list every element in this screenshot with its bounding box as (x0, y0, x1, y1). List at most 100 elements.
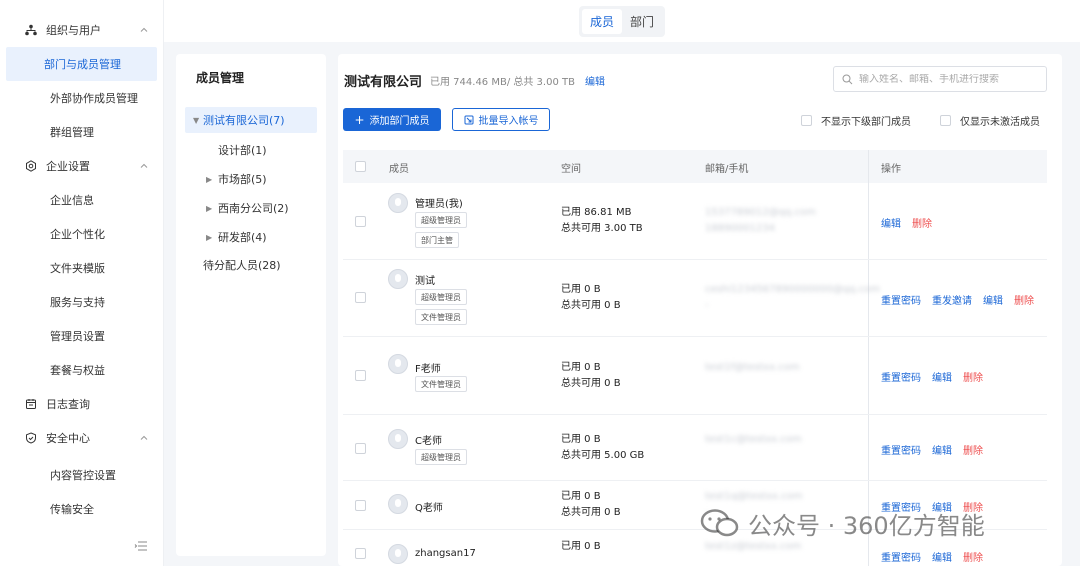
nav-group-label: 组织与用户 (46, 24, 101, 37)
sidebar-item-dept-members[interactable]: 部门与成员管理 (6, 47, 157, 81)
dept-tree-panel: 成员管理 ▼ 测试有限公司(7) 设计部(1) ▶ 市场部(5) ▶ 西南分公司… (176, 54, 326, 556)
edit-button[interactable]: 编辑 (932, 369, 952, 384)
sidebar-item-plan-benefits[interactable]: 套餐与权益 (6, 353, 157, 387)
delete-button[interactable]: 删除 (963, 549, 983, 564)
nav-group-enterprise[interactable]: 企业设置 (0, 149, 163, 183)
sidebar-item-service-support[interactable]: 服务与支持 (6, 285, 157, 319)
member-list-panel: 测试有限公司 已用 744.46 MB/ 总共 3.00 TB 编辑 + 添加部… (338, 54, 1062, 566)
email: 1537789012@qq.com (705, 207, 816, 218)
tree-node-label: 市场部(5) (218, 173, 267, 186)
nav-group-security[interactable]: 安全中心 (0, 421, 163, 455)
reset-password-button[interactable]: 重置密码 (881, 442, 921, 457)
row-actions: 重置密码 编辑 删除 (881, 369, 994, 384)
option-label: 不显示下级部门成员 (821, 117, 911, 128)
edit-button[interactable]: 编辑 (983, 292, 1003, 307)
column-header: 操作 (881, 164, 901, 175)
avatar (388, 269, 408, 289)
nav-group-label: 安全中心 (46, 432, 90, 445)
tree-node-design[interactable]: 设计部(1) (218, 137, 267, 163)
calendar-icon (24, 397, 38, 411)
space-total: 总共可用 0 B (561, 507, 621, 518)
chevron-up-icon (139, 161, 149, 171)
hide-sub-dept-option[interactable]: 不显示下级部门成员 (801, 113, 911, 128)
tree-node-southwest[interactable]: ▶ 西南分公司(2) (206, 195, 289, 221)
row-checkbox[interactable] (355, 292, 366, 303)
checkbox[interactable] (940, 115, 951, 126)
resend-invite-button[interactable]: 重发邀请 (932, 292, 972, 307)
tree-node-label: 测试有限公司(7) (203, 114, 285, 127)
add-member-button[interactable]: + 添加部门成员 (343, 108, 441, 131)
space-cell: 已用 0 B 总共可用 0 B (561, 360, 621, 392)
tree-node-rnd[interactable]: ▶ 研发部(4) (206, 224, 267, 250)
edit-company-link[interactable]: 编辑 (585, 73, 605, 88)
tab-departments[interactable]: 部门 (622, 9, 662, 34)
tree-node-marketing[interactable]: ▶ 市场部(5) (206, 166, 267, 192)
space-used: 已用 0 B (561, 284, 601, 295)
checkbox[interactable] (801, 115, 812, 126)
avatar (388, 354, 408, 374)
view-switch: 成员 部门 (578, 5, 666, 37)
reset-password-button[interactable]: 重置密码 (881, 292, 921, 307)
edit-button[interactable]: 编辑 (932, 549, 952, 564)
delete-button[interactable]: 删除 (912, 215, 932, 230)
edit-button[interactable]: 编辑 (932, 442, 952, 457)
row-checkbox[interactable] (355, 548, 366, 559)
delete-button[interactable]: 删除 (963, 369, 983, 384)
chevron-up-icon (139, 25, 149, 35)
nav-group-logs[interactable]: 日志查询 (0, 387, 163, 421)
sidebar-item-groups[interactable]: 群组管理 (6, 115, 157, 149)
sidebar-item-personalize[interactable]: 企业个性化 (6, 217, 157, 251)
row-checkbox[interactable] (355, 216, 366, 227)
nav-group-label: 日志查询 (46, 398, 90, 411)
member-name: F老师 (415, 364, 441, 375)
space-used: 已用 0 B (561, 434, 601, 445)
select-all-checkbox[interactable] (355, 161, 366, 172)
role-tag: 超级管理员 (415, 449, 467, 465)
email-cell: 1537789012@qq.com 18890001234 (705, 205, 816, 237)
tree-node-label: 西南分公司(2) (218, 202, 289, 215)
reset-password-button[interactable]: 重置密码 (881, 369, 921, 384)
sidebar-item-external-members[interactable]: 外部协作成员管理 (6, 81, 157, 115)
column-header: 空间 (561, 164, 581, 175)
email: test1f@testxx.com (705, 362, 800, 373)
sidebar-item-enterprise-info[interactable]: 企业信息 (6, 183, 157, 217)
reset-password-button[interactable]: 重置密码 (881, 549, 921, 564)
space-used: 已用 0 B (561, 541, 601, 552)
search-input[interactable] (859, 73, 1039, 85)
avatar (388, 494, 408, 514)
shield-icon (24, 431, 38, 445)
role-tag: 超级管理员 (415, 212, 467, 228)
email: ceshi1234567890000000@qq.com (705, 284, 881, 295)
tab-members[interactable]: 成员 (581, 8, 622, 34)
row-checkbox[interactable] (355, 443, 366, 454)
table-row: 管理员(我) 超级管理员 部门主管 已用 86.81 MB 总共可用 3.00 … (343, 183, 1047, 260)
tree-node-company[interactable]: ▼ 测试有限公司(7) (185, 107, 317, 133)
caret-right-icon: ▶ (206, 232, 213, 242)
sidebar: 组织与用户 部门与成员管理 外部协作成员管理 群组管理 企业设置 企业信息 企业… (0, 0, 164, 566)
delete-button[interactable]: 删除 (1014, 292, 1034, 307)
email-cell: test1f@testxx.com (705, 360, 800, 376)
row-checkbox[interactable] (355, 370, 366, 381)
option-label: 仅显示未激活成员 (960, 117, 1040, 128)
sidebar-item-transfer-security[interactable]: 传输安全 (6, 492, 157, 526)
space-total: 总共可用 0 B (561, 300, 621, 311)
tree-node-unassigned[interactable]: 待分配人员(28) (203, 252, 281, 278)
sidebar-item-folder-template[interactable]: 文件夹模版 (6, 251, 157, 285)
sidebar-item-content-control[interactable]: 内容管控设置 (6, 458, 157, 492)
row-actions: 重置密码 编辑 删除 (881, 549, 994, 564)
avatar (388, 193, 408, 213)
row-checkbox[interactable] (355, 500, 366, 511)
bulk-import-button[interactable]: 批量导入帐号 (452, 108, 550, 131)
role-tag: 超级管理员 (415, 289, 467, 305)
caret-down-icon: ▼ (193, 115, 200, 125)
delete-button[interactable]: 删除 (963, 442, 983, 457)
sidebar-item-admin-settings[interactable]: 管理员设置 (6, 319, 157, 353)
edit-button[interactable]: 编辑 (881, 215, 901, 230)
member-name: 测试 (415, 276, 435, 287)
space-cell: 已用 0 B (561, 539, 601, 555)
nav-group-org[interactable]: 组织与用户 (0, 13, 163, 47)
collapse-menu-icon[interactable] (134, 540, 148, 554)
table-header: 成员 空间 邮箱/手机 操作 (343, 150, 1047, 183)
space-total: 总共可用 5.00 GB (561, 450, 645, 461)
only-inactive-option[interactable]: 仅显示未激活成员 (940, 113, 1040, 128)
